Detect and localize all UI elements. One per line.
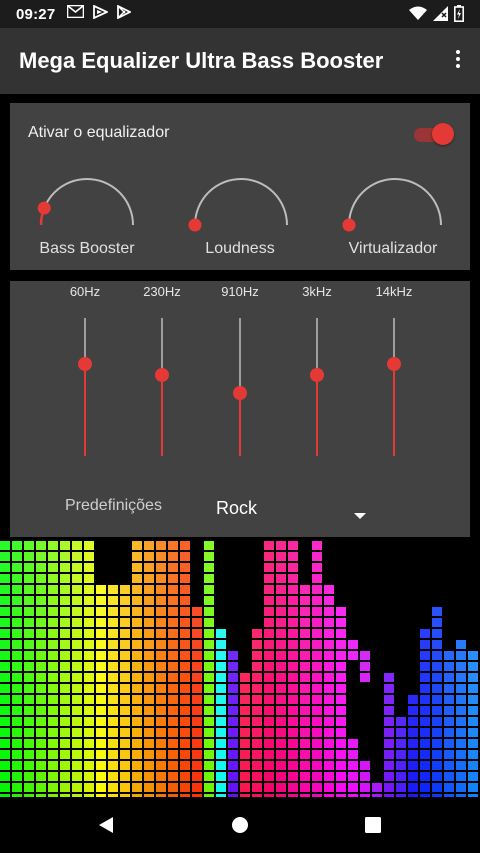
slider-fill: [393, 363, 395, 456]
slider-thumb[interactable]: [310, 367, 324, 382]
equalizer-toggle-switch[interactable]: [412, 122, 454, 146]
band-slider-60hz[interactable]: [70, 318, 100, 456]
knob-thumb[interactable]: [37, 201, 51, 215]
knob-thumb[interactable]: [188, 218, 202, 232]
toggle-thumb: [432, 123, 454, 145]
band-label-230hz: 230Hz: [143, 284, 181, 299]
slider-fill: [316, 374, 318, 456]
loudness-label: Loudness: [205, 240, 275, 257]
navigation-bar: [0, 797, 480, 853]
app-bar: Mega Equalizer Ultra Bass Booster: [0, 28, 480, 94]
signal-icon: [433, 6, 448, 26]
wifi-icon: [409, 6, 427, 26]
equalizer-card: 60Hz 230Hz 910Hz 3kHz 14kHz Predefiniçõe…: [10, 281, 470, 537]
slider-fill: [239, 392, 241, 456]
slider-thumb[interactable]: [233, 385, 247, 400]
play-games-icon: [93, 4, 110, 24]
loudness-knob[interactable]: [188, 175, 291, 233]
slider-thumb[interactable]: [78, 356, 92, 371]
band-label-60hz: 60Hz: [69, 284, 101, 299]
app-title: Mega Equalizer Ultra Bass Booster: [19, 48, 384, 73]
dropdown-arrow-icon: [354, 513, 366, 519]
knob-track: [348, 178, 442, 226]
slider-thumb[interactable]: [155, 367, 169, 382]
preset-label: Predefinições: [65, 497, 162, 514]
band-label-14khz: 14kHz: [375, 284, 413, 299]
bass-booster-knob[interactable]: [37, 175, 137, 233]
knob-thumb[interactable]: [342, 218, 356, 232]
overflow-menu-icon[interactable]: [452, 50, 464, 72]
band-slider-910hz[interactable]: [225, 318, 255, 456]
effects-card: Ativar o equalizador Bass Booster Loudne…: [10, 103, 470, 270]
status-bar: 09:27: [0, 0, 480, 28]
bass-booster-label: Bass Booster: [39, 240, 135, 257]
preset-dropdown[interactable]: Rock: [206, 489, 376, 525]
gmail-icon: [67, 4, 85, 23]
band-slider-3khz[interactable]: [302, 318, 332, 456]
slider-thumb[interactable]: [387, 356, 401, 371]
virtualizer-label: Virtualizador: [348, 240, 438, 257]
band-label-3khz: 3kHz: [302, 284, 332, 299]
battery-icon: [454, 5, 464, 27]
back-icon[interactable]: [95, 814, 117, 836]
knob-track: [194, 178, 288, 226]
band-slider-14khz[interactable]: [379, 318, 409, 456]
band-slider-230hz[interactable]: [147, 318, 177, 456]
play-store-icon: [117, 4, 133, 24]
virtualizer-knob[interactable]: [342, 175, 445, 233]
knob-track: [40, 178, 134, 226]
preset-value: Rock: [216, 498, 258, 518]
band-label-910hz: 910Hz: [221, 284, 259, 299]
recents-icon[interactable]: [362, 814, 384, 836]
slider-fill: [84, 363, 86, 456]
equalizer-toggle-label: Ativar o equalizador: [28, 124, 170, 141]
status-time: 09:27: [16, 5, 56, 23]
slider-fill: [161, 374, 163, 456]
home-icon[interactable]: [229, 814, 251, 836]
